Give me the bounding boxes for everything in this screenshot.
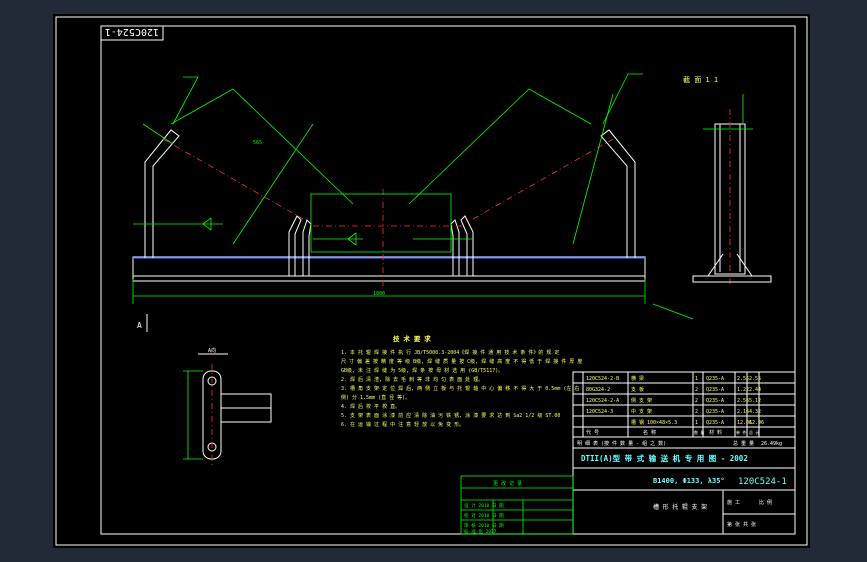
part-name: 中 支 架 xyxy=(631,408,652,415)
left-roller-envelope xyxy=(170,88,354,205)
tech-title: 技 术 要 求 xyxy=(393,334,431,343)
tech-line-4: 2. 焊 后 清 渣, 除 去 毛 刺 等 非 均 匀 表 面 处 理。 xyxy=(341,376,483,383)
revision-row: 审 核 2010 日 期 xyxy=(464,522,504,529)
part-qty: 2 xyxy=(695,409,698,415)
part-mat: Q235-A xyxy=(706,387,724,393)
parts-footer-right: 总 重 量 xyxy=(733,440,754,447)
part-w2: 4.32 xyxy=(749,409,761,415)
revision-row: 设 计 2010 日 期 xyxy=(464,502,504,509)
drawing-number: 120C524-1 xyxy=(738,477,787,487)
revision-row: 校 对 2010 日 期 xyxy=(464,512,504,519)
part-w1: 2.16 xyxy=(737,409,749,415)
cad-drawing: 120C524-1 1800 565 A 截 面 1 1 A向 技 术 要 求 … xyxy=(55,16,808,546)
part-w2: 12.06 xyxy=(749,420,764,426)
part-code: 120C524-2-A xyxy=(586,398,619,404)
dim-roll: 565 xyxy=(253,140,262,146)
middle-bracket-left-1 xyxy=(288,215,302,276)
part-w2: 2.44 xyxy=(749,387,761,393)
part-name: 支 板 xyxy=(631,386,644,393)
part-qty: 1 xyxy=(695,420,698,426)
part-mat: Q235-A xyxy=(706,398,724,404)
stage: 施 工 xyxy=(727,499,740,506)
view-label-a2: A向 xyxy=(208,347,216,354)
part-mat: Q235-A xyxy=(706,376,724,382)
part-qty: 1 xyxy=(695,376,698,382)
tech-line-7: 4. 焊 后 校 平 校 直。 xyxy=(341,403,400,410)
part-w1: 1.22 xyxy=(737,387,749,393)
header-qty: 数 量 xyxy=(694,429,704,435)
spec: B1400, Φ133, λ35° xyxy=(653,477,725,485)
section-label: 截 面 1 1 xyxy=(683,75,718,84)
tech-line-6: 侧) 分 1.5mm (直 径 等)。 xyxy=(341,394,410,401)
series-title: DTII(A)型 带 式 输 送 机 专 用 图 - 2002 xyxy=(581,453,748,463)
right-side-bracket xyxy=(600,129,636,258)
drawing-sheet: 120C524-1 1800 565 A 截 面 1 1 A向 技 术 要 求 … xyxy=(53,14,810,548)
base-channel xyxy=(132,256,646,282)
main-view: 1800 565 A xyxy=(132,73,694,332)
tech-requirements: 技 术 要 求 1. 本 托 辊 焊 接 件 执 行 JB/T5000.3-20… xyxy=(341,334,582,428)
tech-line-9: 6. 在 运 输 过 程 中 注 意 轻 放 以 免 变 形。 xyxy=(341,421,464,428)
part-w1: 2.55 xyxy=(737,376,749,382)
part-w2: 5.12 xyxy=(749,398,761,404)
scale-label: 比 例 xyxy=(759,499,772,506)
part-name: 槽 钢 100×48×5.3 xyxy=(631,419,677,426)
part-w2: 2.55 xyxy=(749,376,761,382)
header-mat: 材 料 xyxy=(709,429,722,436)
section-view: 截 面 1 1 xyxy=(683,75,772,284)
part-code: 120C524-2-B xyxy=(586,376,619,382)
cad-viewport[interactable]: 120C524-1 1800 565 A 截 面 1 1 A向 技 术 要 求 … xyxy=(0,0,867,562)
left-side-bracket xyxy=(144,129,180,258)
part-code: 120C524-3 xyxy=(586,409,613,415)
header-w1: 单 件 xyxy=(736,429,746,435)
part-qty: 2 xyxy=(695,398,698,404)
header-name: 名 称 xyxy=(643,429,656,436)
revision-row: 标 准 化 2017 xyxy=(464,528,497,535)
part-qty: 2 xyxy=(695,387,698,393)
title-block: DTII(A)型 带 式 输 送 机 专 用 图 - 2002 B1400, Φ… xyxy=(572,447,796,535)
header-code: 代 号 xyxy=(586,429,599,436)
part-name: 横 梁 xyxy=(631,375,644,382)
sheet-count: 第 张 共 张 xyxy=(727,521,756,528)
part-name: 侧 支 架 xyxy=(631,397,652,404)
part-code: 80G324-2 xyxy=(586,387,610,393)
tech-line-8: 5. 支 架 表 面 涂 漆 前 应 清 除 油 污 铁 锈, 涂 漆 要 求 … xyxy=(341,412,560,419)
part-title: 槽 形 托 辊 支 架 xyxy=(653,503,707,511)
view-label-a: A xyxy=(137,321,142,330)
tech-line-5: 3. 槽 角 支 架 定 位 焊 后, 两 侧 立 板 与 托 辊 轴 中 心 … xyxy=(341,385,579,392)
middle-bracket-right-1 xyxy=(460,215,474,276)
stamp-top-left: 120C524-1 xyxy=(105,26,159,37)
parts-footer-left: 明 细 表 (按 件 数 量 - 组 之 数) xyxy=(577,440,666,447)
total-weight: 26.49kg xyxy=(761,441,782,447)
part-mat: Q235-A xyxy=(706,409,724,415)
revision-table: 更 改 记 录 设 计 2010 日 期 校 对 2010 日 期 审 核 20… xyxy=(460,475,574,535)
revision-title: 更 改 记 录 xyxy=(493,480,522,487)
tech-line-1: 1. 本 托 辊 焊 接 件 执 行 JB/T5000.3-2004《焊 接 件… xyxy=(341,349,559,356)
parts-list: 120C524-2-B 横 梁 1 Q235-A 2.55 2.55 80G32… xyxy=(572,371,796,449)
dim-total: 1800 xyxy=(373,291,385,297)
tech-line-3: GB级, 未 注 焊 缝 为 5级, 焊 条 按 母 材 选 用 (GB/T51… xyxy=(341,367,503,374)
tech-line-2: 尺 寸 偏 差 按 精 度 等 级 B级, 焊 缝 质 量 按 C级, 焊 缝 … xyxy=(341,358,582,365)
part-w1: 2.56 xyxy=(737,398,749,404)
header-w2: 总 计 xyxy=(749,429,759,435)
detail-view-a: A向 xyxy=(183,347,272,466)
part-mat: Q235-A xyxy=(706,420,724,426)
